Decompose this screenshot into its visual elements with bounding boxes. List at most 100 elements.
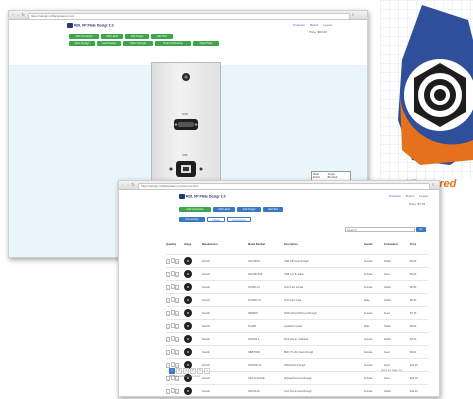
table-row[interactable]: − + Neutrik NL4MP speakON 4-pole Male Solder $9… [166, 319, 428, 333]
search-button[interactable]: Go [416, 227, 426, 232]
menu-icon[interactable]: ≡ [351, 13, 355, 17]
cell-model: NF2D-B-2 [248, 338, 260, 341]
add-image-button[interactable]: Add Image [237, 207, 261, 212]
quantity-stepper[interactable]: − + [166, 258, 180, 264]
load-design-button[interactable]: Load Design [97, 41, 121, 46]
increment-icon[interactable]: + [175, 350, 179, 355]
add-text-button[interactable]: Add Text [263, 207, 283, 212]
page-next[interactable]: » [204, 368, 210, 374]
address-bar[interactable]: https://design.rdlfaceplates.com/connect… [138, 182, 430, 190]
reload-icon[interactable]: ↻ [21, 13, 25, 17]
add-image-button[interactable]: Add Image [125, 34, 149, 39]
table-row[interactable]: − + Neutrik NAVGA-W VGA 15-pin feed-through F… [166, 384, 428, 396]
table-row[interactable]: − + Neutrik NF2D-B-2 RCA phono, red/black Fem… [166, 332, 428, 346]
decrement-icon[interactable]: − [166, 389, 170, 394]
cell-price: $4.50 [410, 338, 417, 341]
forward-icon[interactable]: › [126, 183, 130, 187]
col-description[interactable]: Description [284, 243, 298, 246]
per-page-select[interactable]: Items per page: 12 [381, 369, 402, 372]
add-connector-button[interactable]: Add Connector [69, 34, 99, 39]
page-4[interactable]: 4 [190, 368, 196, 374]
quantity-field[interactable] [170, 388, 175, 393]
tab-labels[interactable]: Labels [207, 217, 225, 222]
col-termination[interactable]: Termination [384, 243, 398, 246]
col-gender[interactable]: Gender [364, 243, 373, 246]
decrement-icon[interactable]: − [166, 350, 170, 355]
forward-icon[interactable]: › [16, 13, 20, 17]
quantity-stepper[interactable]: − + [166, 323, 180, 329]
page-1[interactable]: 1 [169, 368, 175, 374]
increment-icon[interactable]: + [175, 272, 179, 277]
quantity-stepper[interactable]: − + [166, 297, 180, 303]
cell-termination: Feed [384, 377, 390, 380]
increment-icon[interactable]: + [175, 259, 179, 264]
col-model[interactable]: Model Number [248, 243, 265, 246]
link-logout[interactable]: Logout [419, 194, 428, 198]
back-icon[interactable]: ‹ [11, 13, 15, 17]
col-price[interactable]: Price [410, 243, 416, 246]
page-5[interactable]: 5 [197, 368, 203, 374]
page-2[interactable]: 2 [176, 368, 182, 374]
quantity-field[interactable] [170, 271, 175, 276]
order-sample-button[interactable]: Order Sample [123, 41, 153, 46]
link-products[interactable]: Products [293, 23, 305, 27]
quantity-stepper[interactable]: − + [166, 284, 180, 290]
col-manufacturer[interactable]: Manufacturer [202, 243, 218, 246]
cell-description: DisplayPort feed-through [284, 377, 312, 380]
quantity-stepper[interactable]: − + [166, 336, 180, 342]
cell-description: VGA 15-pin feed-through [284, 390, 312, 393]
menu-icon[interactable]: ≡ [431, 183, 435, 187]
tab-connectors[interactable]: Connectors [179, 217, 205, 222]
quantity-stepper[interactable]: − + [166, 310, 180, 316]
tab-accessories[interactable]: Accessories [227, 217, 251, 222]
quantity-field[interactable] [170, 258, 175, 263]
decrement-icon[interactable]: − [166, 324, 170, 329]
quantity-field[interactable] [170, 310, 175, 315]
page-3[interactable]: 3 [183, 368, 189, 374]
add-label-button[interactable]: Add Label [101, 34, 123, 39]
link-logout[interactable]: Logout [323, 23, 332, 27]
search-input[interactable] [345, 227, 415, 232]
save-design-button[interactable]: Save Design [69, 41, 95, 46]
increment-icon[interactable]: + [175, 337, 179, 342]
decrement-icon[interactable]: − [166, 259, 170, 264]
link-brand[interactable]: Brand [310, 23, 318, 27]
address-bar[interactable]: https://design.rdlfaceplates.com/ [28, 12, 350, 20]
table-row[interactable]: − + Neutrik NAUSB-W-B USB A to B, black Femal… [166, 267, 428, 281]
table-row[interactable]: − + Neutrik NAUSB-W USB A/B feed-through Fema… [166, 254, 428, 268]
add-connector-button[interactable]: Add Connector [179, 207, 211, 212]
decrement-icon[interactable]: − [166, 298, 170, 303]
increment-icon[interactable]: + [175, 311, 179, 316]
table-row[interactable]: − + Neutrik NC3MD-LX XLR 3-pin male Male Solde… [166, 293, 428, 307]
decrement-icon[interactable]: − [166, 311, 170, 316]
add-text-button[interactable]: Add Text [151, 34, 173, 39]
clear-plate-button[interactable]: Clear Plate [193, 41, 219, 46]
cell-description: BNC 75 ohm feed-through [284, 351, 314, 354]
decrement-icon[interactable]: − [166, 285, 170, 290]
quantity-stepper[interactable]: − + [166, 271, 180, 277]
increment-icon[interactable]: + [175, 285, 179, 290]
reload-icon[interactable]: ↻ [131, 183, 135, 187]
table-row[interactable]: − + Neutrik NC3FD-LX XLR 3-pin female Female S… [166, 280, 428, 294]
increment-icon[interactable]: + [175, 324, 179, 329]
add-label-button[interactable]: Add Label [213, 207, 235, 212]
back-icon[interactable]: ‹ [121, 183, 125, 187]
decrement-icon[interactable]: − [166, 272, 170, 277]
table-row[interactable]: − + Neutrik NBB75DFI BNC 75 ohm feed-through… [166, 345, 428, 359]
table-row[interactable]: − + Neutrik NE8FDP RJ45 etherCON feed-throug… [166, 306, 428, 320]
quantity-field[interactable] [170, 349, 175, 354]
cell-description: XLR 3-pin male [284, 299, 302, 302]
link-brand[interactable]: Brand [406, 194, 414, 198]
decrement-icon[interactable]: − [166, 337, 170, 342]
order-production-button[interactable]: Order Production [155, 41, 191, 46]
quantity-field[interactable] [170, 297, 175, 302]
quantity-stepper[interactable]: − + [166, 349, 180, 355]
quantity-field[interactable] [170, 336, 175, 341]
quantity-field[interactable] [170, 284, 175, 289]
link-products[interactable]: Products [389, 194, 401, 198]
quantity-field[interactable] [170, 323, 175, 328]
quantity-stepper[interactable]: − + [166, 388, 180, 394]
increment-icon[interactable]: + [175, 298, 179, 303]
col-quantity[interactable]: Quantity [166, 243, 176, 246]
increment-icon[interactable]: + [175, 389, 179, 394]
